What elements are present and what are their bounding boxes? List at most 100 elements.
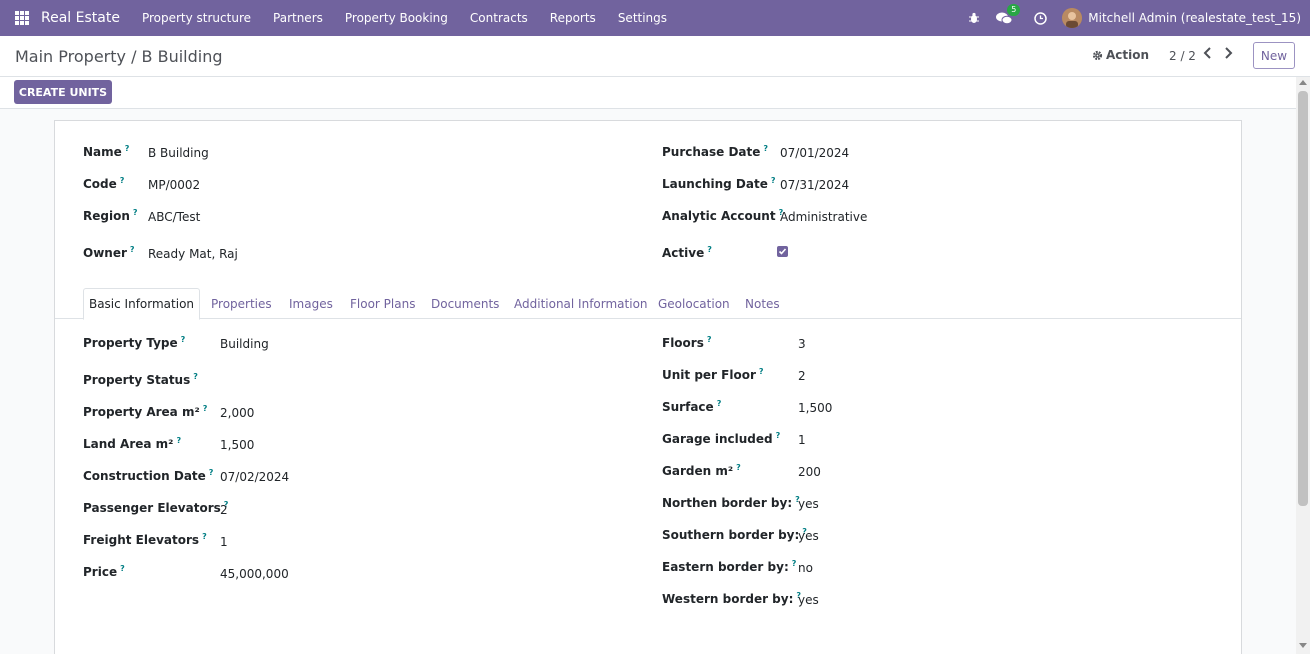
western-border-label: Western border by:? xyxy=(662,591,802,606)
help-tooltip-icon[interactable]: ? xyxy=(193,372,198,381)
price-field[interactable]: 45,000,000 xyxy=(220,567,289,581)
app-brand[interactable]: Real Estate xyxy=(41,10,120,26)
property-type-field[interactable]: Building xyxy=(220,337,269,351)
tab-basic-information[interactable]: Basic Information xyxy=(83,288,200,320)
launching-date-field[interactable]: 07/31/2024 xyxy=(780,178,849,192)
menu-reports[interactable]: Reports xyxy=(550,11,596,25)
clock-icon[interactable] xyxy=(1032,10,1048,26)
menu-property-booking[interactable]: Property Booking xyxy=(345,11,448,25)
region-field[interactable]: ABC/Test xyxy=(148,210,200,224)
apps-grid-icon[interactable] xyxy=(15,11,29,25)
help-tooltip-icon[interactable]: ? xyxy=(120,564,125,573)
scrollbar-thumb[interactable] xyxy=(1298,91,1308,506)
help-tooltip-icon[interactable]: ? xyxy=(130,245,135,254)
property-area-field[interactable]: 2,000 xyxy=(220,406,254,420)
launching-date-label: Launching Date? xyxy=(662,176,776,191)
name-field[interactable]: B Building xyxy=(148,146,209,160)
analytic-account-field[interactable]: Administrative xyxy=(780,210,867,224)
create-units-button[interactable]: CREATE UNITS xyxy=(14,80,112,104)
messages-count-badge: 5 xyxy=(1007,4,1021,16)
analytic-account-label: Analytic Account? xyxy=(662,208,784,223)
help-tooltip-icon[interactable]: ? xyxy=(176,436,181,445)
avatar[interactable] xyxy=(1062,8,1083,28)
help-tooltip-icon[interactable]: ? xyxy=(759,367,764,376)
menu-property-structure[interactable]: Property structure xyxy=(142,11,251,25)
scroll-up-arrow-icon[interactable] xyxy=(1299,80,1307,85)
scroll-down-arrow-icon[interactable] xyxy=(1299,643,1307,648)
help-tooltip-icon[interactable]: ? xyxy=(133,208,138,217)
tab-additional-information[interactable]: Additional Information xyxy=(514,288,648,319)
scrollbar[interactable] xyxy=(1296,77,1310,654)
new-button[interactable]: New xyxy=(1253,42,1295,69)
garage-included-field[interactable]: 1 xyxy=(798,433,806,447)
western-border-field[interactable]: yes xyxy=(798,593,819,607)
tab-notes[interactable]: Notes xyxy=(745,288,780,319)
control-panel: Main Property / B Building Action 2 / 2 … xyxy=(0,36,1310,77)
pager-value[interactable]: 2 / 2 xyxy=(1169,49,1196,63)
help-tooltip-icon[interactable]: ? xyxy=(707,245,712,254)
eastern-border-label: Eastern border by:? xyxy=(662,559,797,574)
code-label: Code? xyxy=(83,176,125,191)
tab-floor-plans[interactable]: Floor Plans xyxy=(350,288,415,319)
bug-icon[interactable] xyxy=(966,10,982,26)
purchase-date-label: Purchase Date? xyxy=(662,144,769,159)
help-tooltip-icon[interactable]: ? xyxy=(202,532,207,541)
help-tooltip-icon[interactable]: ? xyxy=(736,463,741,472)
chat-icon[interactable]: 5 xyxy=(996,4,1021,26)
action-button[interactable]: Action xyxy=(1092,48,1149,62)
help-tooltip-icon[interactable]: ? xyxy=(763,144,768,153)
surface-label: Surface? xyxy=(662,399,722,414)
eastern-border-field[interactable]: no xyxy=(798,561,813,575)
help-tooltip-icon[interactable]: ? xyxy=(707,335,712,344)
help-tooltip-icon[interactable]: ? xyxy=(717,399,722,408)
menu-settings[interactable]: Settings xyxy=(618,11,667,25)
property-status-label: Property Status? xyxy=(83,372,198,387)
construction-date-field[interactable]: 07/02/2024 xyxy=(220,470,289,484)
owner-field[interactable]: Ready Mat, Raj xyxy=(148,247,238,261)
garden-label: Garden m²? xyxy=(662,463,741,478)
passenger-elevators-field[interactable]: 2 xyxy=(220,503,228,517)
help-tooltip-icon[interactable]: ? xyxy=(771,176,776,185)
property-type-label: Property Type? xyxy=(83,335,186,350)
code-field[interactable]: MP/0002 xyxy=(148,178,200,192)
garden-field[interactable]: 200 xyxy=(798,465,821,479)
chevron-left-icon[interactable] xyxy=(1202,46,1216,62)
tab-geolocation[interactable]: Geolocation xyxy=(658,288,730,319)
northern-border-label: Northen border by:? xyxy=(662,495,800,510)
price-label: Price? xyxy=(83,564,125,579)
user-menu[interactable]: Mitchell Admin (realestate_test_15) xyxy=(1088,11,1301,25)
surface-field[interactable]: 1,500 xyxy=(798,401,832,415)
active-label: Active? xyxy=(662,245,712,260)
name-label: Name? xyxy=(83,144,130,159)
unit-per-floor-label: Unit per Floor? xyxy=(662,367,764,382)
southern-border-field[interactable]: yes xyxy=(798,529,819,543)
help-tooltip-icon[interactable]: ? xyxy=(209,468,214,477)
menu-contracts[interactable]: Contracts xyxy=(470,11,528,25)
help-tooltip-icon[interactable]: ? xyxy=(776,431,781,440)
floors-field[interactable]: 3 xyxy=(798,337,806,351)
menu-partners[interactable]: Partners xyxy=(273,11,323,25)
help-tooltip-icon[interactable]: ? xyxy=(792,559,797,568)
tab-properties[interactable]: Properties xyxy=(211,288,272,319)
property-area-label: Property Area m²? xyxy=(83,404,208,419)
breadcrumb[interactable]: Main Property / B Building xyxy=(15,47,223,66)
owner-label: Owner? xyxy=(83,245,135,260)
freight-elevators-label: Freight Elevators? xyxy=(83,532,207,547)
gear-icon xyxy=(1092,50,1103,60)
land-area-field[interactable]: 1,500 xyxy=(220,438,254,452)
help-tooltip-icon[interactable]: ? xyxy=(203,404,208,413)
tab-documents[interactable]: Documents xyxy=(431,288,499,319)
unit-per-floor-field[interactable]: 2 xyxy=(798,369,806,383)
freight-elevators-field[interactable]: 1 xyxy=(220,535,228,549)
active-checkbox[interactable] xyxy=(777,246,788,257)
purchase-date-field[interactable]: 07/01/2024 xyxy=(780,146,849,160)
region-label: Region? xyxy=(83,208,138,223)
navbar-systray: 5 Mitchell Admin (realestate_test_15) xyxy=(966,0,1310,36)
tab-images[interactable]: Images xyxy=(289,288,333,319)
northern-border-field[interactable]: yes xyxy=(798,497,819,511)
top-navbar: Real Estate Property structure Partners … xyxy=(0,0,1310,36)
help-tooltip-icon[interactable]: ? xyxy=(125,144,130,153)
chevron-right-icon[interactable] xyxy=(1222,46,1236,62)
help-tooltip-icon[interactable]: ? xyxy=(181,335,186,344)
help-tooltip-icon[interactable]: ? xyxy=(120,176,125,185)
